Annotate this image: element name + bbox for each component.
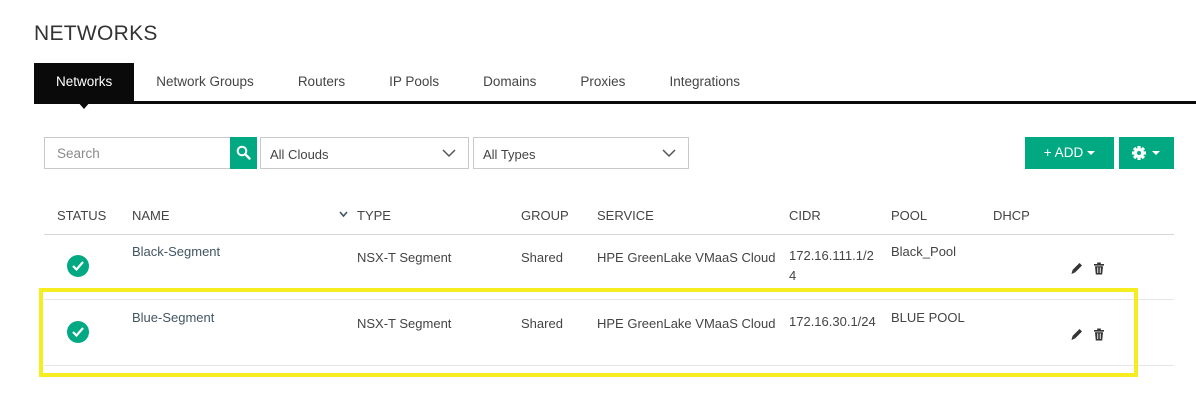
column-header-dhcp[interactable]: DHCP <box>993 208 1030 223</box>
network-pool: Black_Pool <box>891 244 957 259</box>
network-cidr: 172.16.111.1/24 <box>789 248 874 283</box>
tab-ip-pools[interactable]: IP Pools <box>367 63 461 101</box>
tab-network-groups[interactable]: Network Groups <box>134 63 276 101</box>
trash-icon[interactable] <box>1093 262 1105 275</box>
caret-down-icon <box>1087 151 1096 156</box>
tab-proxies[interactable]: Proxies <box>558 63 647 101</box>
page-title: NETWORKS <box>34 22 158 45</box>
search-button[interactable] <box>230 137 257 169</box>
status-ok-icon <box>67 255 89 277</box>
add-button[interactable]: + ADD <box>1025 137 1114 169</box>
search-box <box>44 137 257 169</box>
chevron-down-icon <box>662 149 676 158</box>
tab-bar: Networks Network Groups Routers IP Pools… <box>34 63 762 109</box>
chevron-down-icon <box>442 149 456 158</box>
cloud-filter-select[interactable]: All Clouds <box>260 137 469 169</box>
gear-icon <box>1132 146 1160 160</box>
network-group: Shared <box>521 250 563 265</box>
network-type: NSX-T Segment <box>357 250 452 265</box>
tab-divider <box>34 101 1196 104</box>
column-header-status[interactable]: STATUS <box>57 208 106 223</box>
tab-routers[interactable]: Routers <box>276 63 367 101</box>
column-header-pool[interactable]: POOL <box>891 208 927 223</box>
pencil-icon[interactable] <box>1071 262 1083 275</box>
sort-descending-icon[interactable] <box>339 211 348 218</box>
tab-integrations[interactable]: Integrations <box>647 63 762 101</box>
check-icon <box>72 261 84 271</box>
table-header-divider <box>44 234 1174 235</box>
column-header-type[interactable]: TYPE <box>357 208 391 223</box>
search-input[interactable] <box>44 137 230 169</box>
column-header-group[interactable]: GROUP <box>521 208 569 223</box>
search-icon <box>236 145 251 160</box>
tab-networks[interactable]: Networks <box>34 63 135 109</box>
type-filter-select[interactable]: All Types <box>473 137 689 169</box>
highlight-box <box>39 288 1138 377</box>
column-header-cidr[interactable]: CIDR <box>789 208 821 223</box>
tab-domains[interactable]: Domains <box>461 63 558 101</box>
type-filter-value: All Types <box>483 147 536 162</box>
column-header-name[interactable]: NAME <box>132 208 170 223</box>
cloud-filter-value: All Clouds <box>270 147 329 162</box>
add-button-label: + ADD <box>1043 145 1084 160</box>
settings-button[interactable] <box>1119 137 1174 169</box>
network-name-link[interactable]: Black-Segment <box>132 244 220 259</box>
column-header-service[interactable]: SERVICE <box>597 208 654 223</box>
network-service: HPE GreenLake VMaaS Cloud <box>597 250 776 265</box>
